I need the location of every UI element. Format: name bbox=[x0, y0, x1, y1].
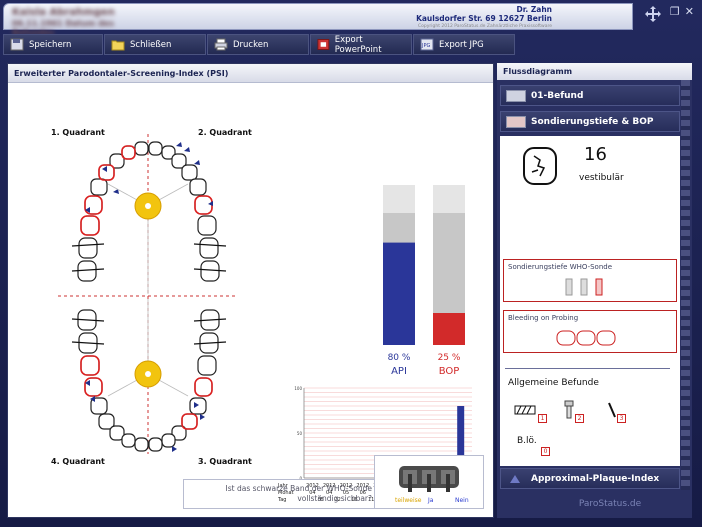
sonde-teilweise-option[interactable]: teilweise bbox=[395, 497, 421, 504]
api-bar-fill bbox=[383, 242, 415, 345]
jpg-icon: JPG bbox=[420, 38, 434, 51]
export-jpg-label: Export JPG bbox=[439, 39, 484, 50]
finding-3-count: 3 bbox=[617, 414, 626, 423]
quadrant-4-label: 4. Quadrant bbox=[51, 457, 105, 466]
restore-icon[interactable]: ❐ bbox=[670, 6, 680, 17]
probe-side: vestibulär bbox=[579, 173, 624, 183]
bop-label: BOP bbox=[438, 366, 460, 377]
export-jpg-button[interactable]: JPG Export JPG bbox=[413, 34, 515, 55]
bleeding-icons bbox=[556, 330, 616, 346]
export-powerpoint-button[interactable]: Export PowerPoint bbox=[310, 34, 412, 55]
blo-label: B.lö. bbox=[517, 436, 537, 446]
flow-item-approximal-plaque-label: Approximal-Plaque-Index bbox=[531, 474, 660, 484]
question-box: Ist das schwarze Band der WHO-Sonde voll… bbox=[183, 479, 383, 509]
flow-item-approximal-plaque[interactable]: Approximal-Plaque-Index bbox=[500, 468, 680, 489]
tooth-16-icon bbox=[523, 147, 557, 185]
who-probe-icon bbox=[399, 466, 459, 492]
bleeding-box[interactable]: Bleeding on Probing bbox=[503, 310, 677, 353]
flow-item-01-befund[interactable]: 01-Befund bbox=[500, 85, 680, 106]
powerpoint-icon bbox=[317, 39, 330, 50]
practice-info: Dr. Zahn Kaulsdorfer Str. 69 12627 Berli… bbox=[332, 5, 552, 32]
flow-item-sondierungstiefe[interactable]: Sondierungstiefe & BOP bbox=[500, 111, 680, 132]
brand-footer: ParoStatus.de bbox=[578, 499, 642, 509]
who-probe-box[interactable]: Sondierungstiefe WHO-Sonde bbox=[503, 259, 677, 302]
api-label: API bbox=[391, 366, 407, 377]
patient-name: Kaisla Abrahmgen bbox=[12, 7, 115, 18]
close-button[interactable]: Schließen bbox=[104, 34, 206, 55]
quadrant-3-label: 3. Quadrant bbox=[198, 457, 252, 466]
save-button[interactable]: Speichern bbox=[3, 34, 103, 55]
printer-icon bbox=[214, 38, 228, 51]
y-tick-label: 50 bbox=[297, 431, 303, 436]
y-tick-label: 100 bbox=[294, 386, 302, 391]
app-window: Kaisla Abrahmgen 06.11.1961 Datum des Be… bbox=[0, 0, 702, 527]
who-probe-selector[interactable]: teilweise Ja Nein bbox=[374, 455, 484, 509]
sonde-nein-option[interactable]: Nein bbox=[455, 497, 469, 504]
flow-diagram-title: Flussdiagramm bbox=[497, 63, 692, 80]
bop-bar-top bbox=[433, 185, 465, 213]
psi-panel-title: Erweiterter Parodontaler-Screening-Index… bbox=[8, 64, 493, 83]
floppy-icon bbox=[10, 38, 24, 51]
export-powerpoint-label: Export PowerPoint bbox=[334, 34, 382, 55]
svg-text:JPG: JPG bbox=[421, 43, 430, 49]
flow-content: 16 vestibulär Sondierungstiefe WHO-Sonde… bbox=[500, 136, 680, 466]
save-label: Speichern bbox=[29, 39, 72, 50]
practice-address: Kaulsdorfer Str. 69 12627 Berlin bbox=[416, 13, 552, 23]
api-bar-top bbox=[383, 185, 415, 213]
bleeding-title: Bleeding on Probing bbox=[508, 314, 579, 322]
divider bbox=[505, 368, 670, 369]
psi-panel: Erweiterter Parodontaler-Screening-Index… bbox=[7, 63, 494, 518]
flow-diagram-panel: Flussdiagramm 01-Befund Sondierungstiefe… bbox=[497, 63, 692, 518]
print-button[interactable]: Drucken bbox=[207, 34, 309, 55]
patient-info: Kaisla Abrahmgen 06.11.1961 Datum des Be… bbox=[12, 7, 130, 37]
api-value: 80 % bbox=[387, 353, 411, 363]
who-probe-mini-icon bbox=[565, 278, 603, 296]
triangle-up-icon bbox=[510, 475, 520, 483]
patient-header: Kaisla Abrahmgen 06.11.1961 Datum des Be… bbox=[3, 3, 633, 37]
flow-scrollbar[interactable] bbox=[681, 80, 690, 490]
missing-tooth-icon[interactable] bbox=[607, 402, 617, 418]
question-text: Ist das schwarze Band der WHO-Sonde voll… bbox=[225, 484, 372, 503]
close-icon[interactable]: ✕ bbox=[685, 6, 694, 17]
finding-0-count: 0 bbox=[541, 447, 550, 456]
move-icon[interactable] bbox=[644, 5, 662, 23]
who-probe-title: Sondierungstiefe WHO-Sonde bbox=[508, 263, 613, 271]
finding-2-count: 2 bbox=[575, 414, 584, 423]
window-controls: ❐ ✕ bbox=[670, 6, 694, 17]
bop-bar-fill bbox=[433, 313, 465, 345]
print-label: Drucken bbox=[233, 39, 269, 50]
sondierung-icon bbox=[506, 116, 526, 128]
tooth-number: 16 bbox=[584, 144, 607, 165]
dental-chart[interactable] bbox=[48, 134, 248, 454]
finding-1-count: 1 bbox=[538, 414, 547, 423]
sonde-ja-option[interactable]: Ja bbox=[428, 497, 433, 504]
bop-value: 25 % bbox=[437, 353, 461, 363]
close-label: Schließen bbox=[130, 39, 172, 50]
api-bop-bars bbox=[383, 185, 465, 345]
befund-icon bbox=[506, 90, 526, 102]
folder-icon bbox=[111, 40, 125, 51]
copyright-text: Copyright 2012 ParoStatus.de Zahnärztlic… bbox=[417, 24, 552, 29]
flow-item-sondierungstiefe-label: Sondierungstiefe & BOP bbox=[531, 117, 654, 127]
crown-icon[interactable] bbox=[514, 403, 536, 417]
implant-icon[interactable] bbox=[562, 400, 576, 420]
toolbar: Speichern Schließen Drucken Export Power… bbox=[3, 34, 515, 55]
flow-item-01-befund-label: 01-Befund bbox=[531, 91, 584, 101]
general-findings-title: Allgemeine Befunde bbox=[508, 378, 599, 388]
